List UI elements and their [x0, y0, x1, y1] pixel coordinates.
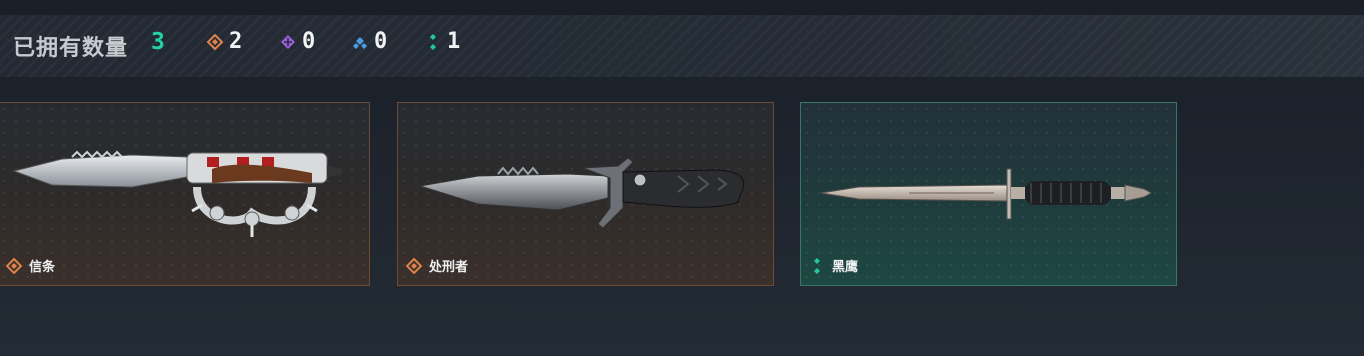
blue-diamond-icon — [353, 36, 367, 49]
tactical-knife-image — [419, 158, 745, 229]
item-name-row: 黑鹰 — [809, 256, 858, 275]
item-name: 信条 — [29, 260, 56, 275]
orange-rarity-stat: 2 — [207, 29, 242, 54]
green-diamond-icon — [430, 33, 436, 50]
knuckle-knife-image — [12, 150, 342, 237]
owned-count-value: 3 — [151, 29, 165, 55]
green-rarity-stat: 1 — [425, 29, 460, 54]
green-count: 1 — [447, 29, 461, 54]
orange-count: 2 — [229, 29, 243, 54]
item-name: 黑鹰 — [832, 260, 859, 275]
item-name-row: 信条 — [6, 256, 55, 275]
purple-diamond-icon — [281, 34, 295, 49]
purple-rarity-stat: 0 — [280, 29, 315, 54]
item-card-chuxingzhe[interactable]: 处刑者 — [397, 102, 774, 286]
owned-summary-bar: 已拥有数量 3 2 0 0 1 — [0, 15, 1364, 77]
orange-diamond-icon — [207, 33, 223, 50]
green-diamond-icon — [814, 257, 820, 274]
purple-count: 0 — [302, 29, 316, 54]
blue-count: 0 — [374, 29, 388, 54]
dagger-image — [820, 168, 1153, 220]
blue-rarity-stat: 0 — [352, 29, 387, 54]
orange-diamond-icon — [6, 257, 22, 274]
item-name-row: 处刑者 — [406, 256, 468, 275]
item-card-xintiao[interactable]: 信条 — [0, 102, 370, 286]
orange-diamond-icon — [406, 257, 422, 274]
item-card-heiying[interactable]: 黑鹰 — [800, 102, 1177, 286]
owned-count-label: 已拥有数量 — [13, 36, 129, 61]
item-name: 处刑者 — [429, 260, 469, 275]
